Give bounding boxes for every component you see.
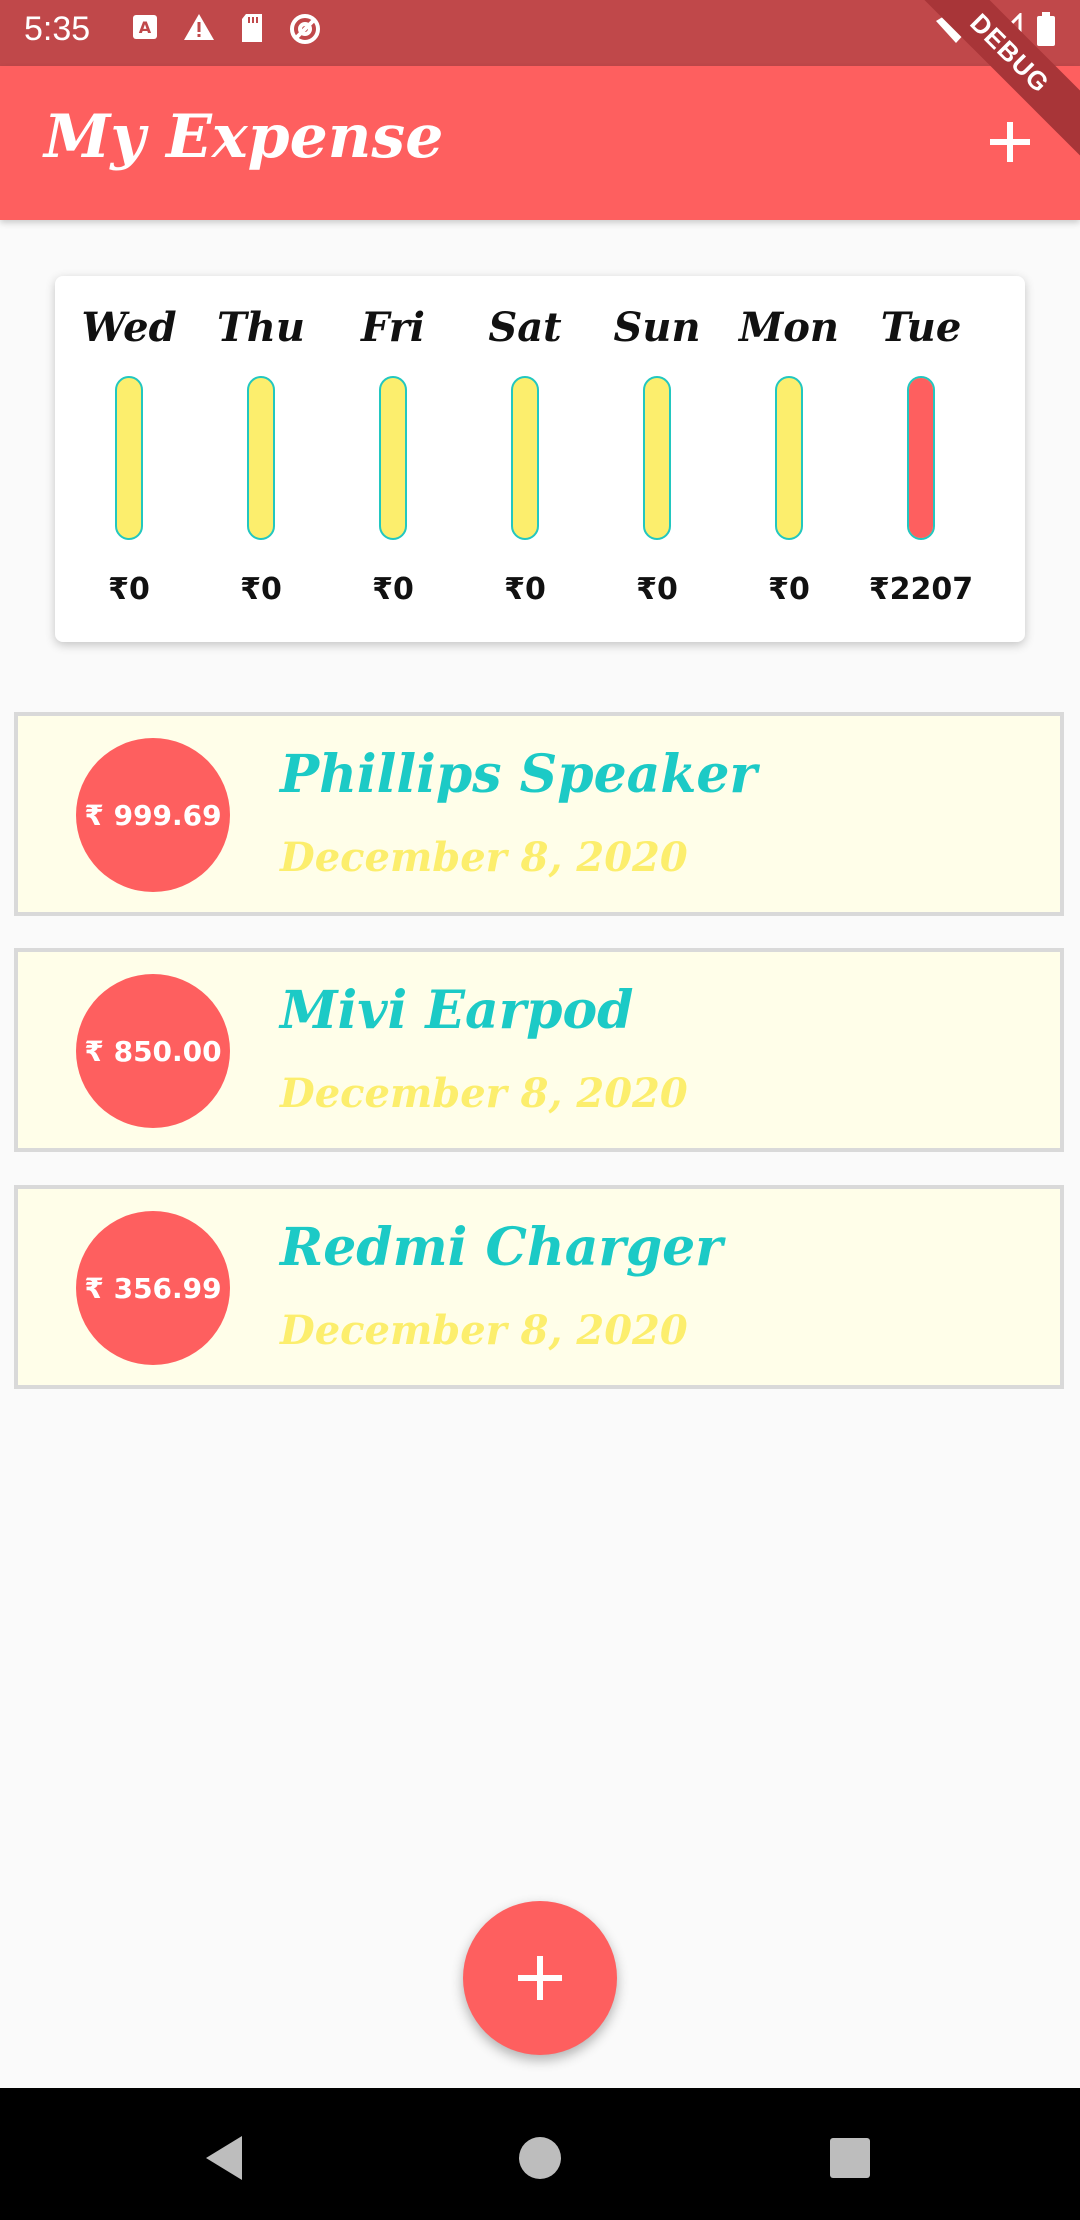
bar-amount-label: ₹0 [504,572,546,607]
status-time: 5:35 [24,10,91,48]
bar-amount-label: ₹0 [108,572,150,607]
bar-track [247,376,275,540]
svg-text:A: A [139,18,152,37]
battery-icon [1036,12,1056,46]
at-sign-icon [288,12,322,46]
chart-bar-column: Wed ₹0 [63,276,195,642]
transaction-title: Redmi Charger [280,1217,723,1278]
chart-bar-column: Sat ₹0 [459,276,591,642]
sd-card-icon [238,12,266,46]
transaction-amount-badge: ₹ 356.99 [76,1211,230,1365]
back-icon [196,2136,256,2192]
recents-button[interactable] [820,2128,880,2188]
bar-track [511,376,539,540]
bar-track [907,376,935,540]
transaction-card[interactable]: ₹ 356.99 Redmi Charger December 8, 2020 [14,1185,1064,1389]
transaction-title: Mivi Earpod [280,980,634,1041]
transaction-title: Phillips Speaker [280,744,757,805]
bar-amount-label: ₹0 [636,572,678,607]
back-button[interactable] [196,2128,256,2188]
add-icon [980,122,1040,176]
home-button[interactable] [510,2128,570,2188]
bar-day-label: Fri [361,304,425,351]
chart-bar-column: Fri ₹0 [327,276,459,642]
transaction-card[interactable]: ₹ 999.69 Phillips Speaker December 8, 20… [14,712,1064,916]
chart-bar-column: Sun ₹0 [591,276,723,642]
a-notification-icon: A [130,12,160,46]
chart-bar-column: Mon ₹0 [723,276,855,642]
system-nav-bar [0,2088,1080,2220]
app-title: My Expense [44,102,444,172]
transaction-amount-badge: ₹ 850.00 [76,974,230,1128]
bar-track [379,376,407,540]
bar-track [775,376,803,540]
bar-track [643,376,671,540]
home-icon [510,2137,570,2192]
bar-day-label: Wed [81,304,177,351]
bar-amount-label: ₹0 [240,572,282,607]
appbar-add-button[interactable] [980,112,1040,172]
bar-day-label: Mon [738,304,840,351]
transaction-date: December 8, 2020 [280,1070,688,1117]
bar-day-label: Sun [613,304,701,351]
bar-amount-label: ₹0 [768,572,810,607]
bar-fill [909,378,933,538]
transaction-card[interactable]: ₹ 850.00 Mivi Earpod December 8, 2020 [14,948,1064,1152]
bar-day-label: Sat [488,304,562,351]
transaction-amount-badge: ₹ 999.69 [76,738,230,892]
chart-bar-column: Tue ₹2207 [855,276,987,642]
bar-amount-label: ₹0 [372,572,414,607]
bar-track [115,376,143,540]
weekly-chart-card: Wed ₹0 Thu ₹0 Fri ₹0 Sat ₹0 Sun ₹0 Mon ₹… [55,276,1025,642]
warning-icon [182,12,216,46]
recents-icon [820,2138,880,2192]
transaction-date: December 8, 2020 [280,834,688,881]
bar-day-label: Thu [217,304,305,351]
status-bar: 5:35 A [0,0,1080,66]
add-expense-fab[interactable] [463,1901,617,2055]
chart-bar-column: Thu ₹0 [195,276,327,642]
bar-amount-label: ₹2207 [868,572,974,607]
app-bar: My Expense [0,66,1080,220]
bar-day-label: Tue [880,304,962,351]
transaction-date: December 8, 2020 [280,1307,688,1354]
